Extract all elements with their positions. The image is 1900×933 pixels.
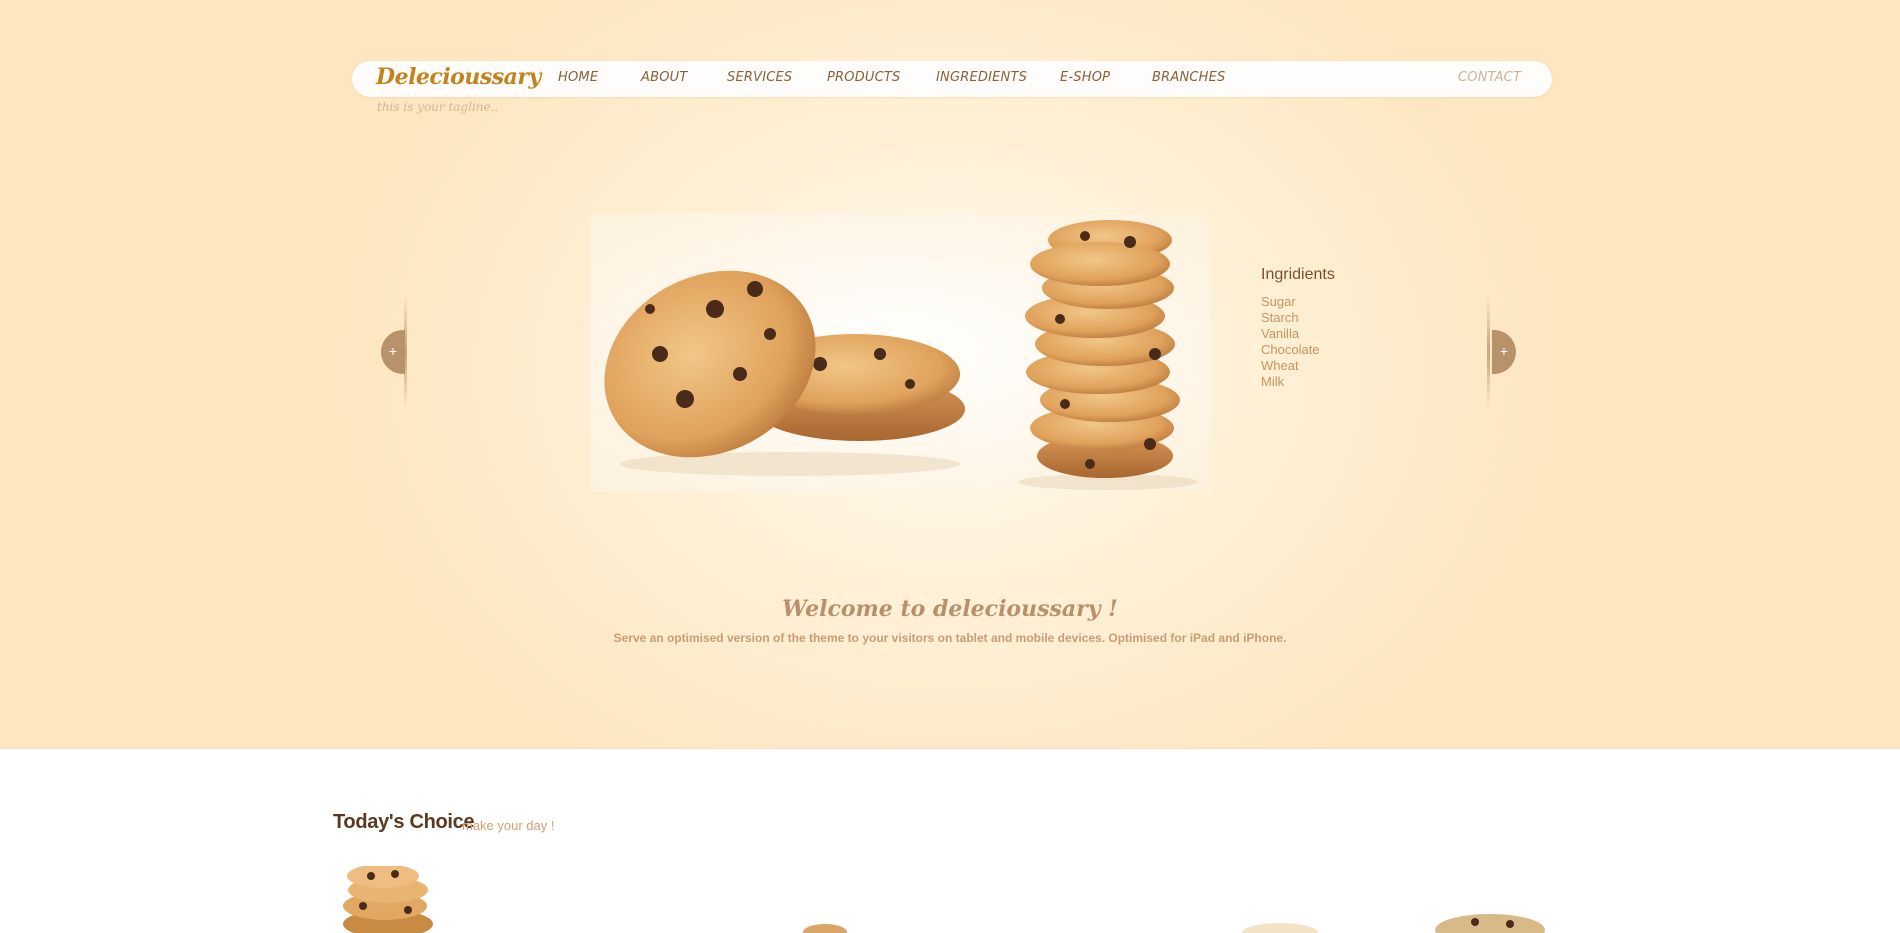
nav-branches[interactable]: Branches (1152, 70, 1226, 85)
hero-section: Delecioussary this is your tagline.. Hom… (0, 0, 1900, 749)
ingredient-item: Milk (1261, 374, 1285, 389)
slider-right-divider (1487, 296, 1490, 408)
todays-choice-title: Today's Choice (333, 811, 475, 833)
ingredient-item: Wheat (1261, 358, 1299, 373)
ingredients-title: Ingridients (1261, 266, 1335, 283)
todays-choice-subtitle: make your day ! (462, 818, 555, 833)
site-tagline: this is your tagline.. (377, 100, 499, 114)
nav-ingredients[interactable]: Ingredients (936, 70, 1027, 85)
site-logo[interactable]: Delecioussary (376, 64, 541, 90)
slider-next-button[interactable]: + (1492, 330, 1516, 374)
product-thumbnail[interactable] (333, 866, 458, 933)
nav-services[interactable]: Services (727, 70, 792, 85)
welcome-text: Serve an optimised version of the theme … (613, 631, 1287, 645)
nav-eshop[interactable]: E-Shop (1060, 70, 1110, 85)
slider-cookie-image (590, 214, 1210, 492)
ingredient-item: Chocolate (1261, 342, 1320, 357)
ingredients-list: Sugar Starch Vanilla Chocolate Wheat Mil… (1261, 294, 1320, 390)
nav-home[interactable]: Home (558, 70, 598, 85)
ingredient-item: Starch (1261, 310, 1299, 325)
product-thumbnail[interactable] (1430, 908, 1560, 933)
slider-prev-button[interactable]: + (381, 330, 405, 374)
welcome-title: Welcome to delecioussary ! (782, 596, 1118, 622)
ingredient-item: Sugar (1261, 294, 1296, 309)
nav-contact[interactable]: Contact (1458, 70, 1521, 85)
product-thumbnail[interactable] (1240, 920, 1320, 933)
nav-about[interactable]: About (641, 70, 688, 85)
ingredient-item: Vanilla (1261, 326, 1300, 341)
product-thumbnail[interactable] (800, 920, 850, 933)
nav-products[interactable]: Products (827, 70, 901, 85)
